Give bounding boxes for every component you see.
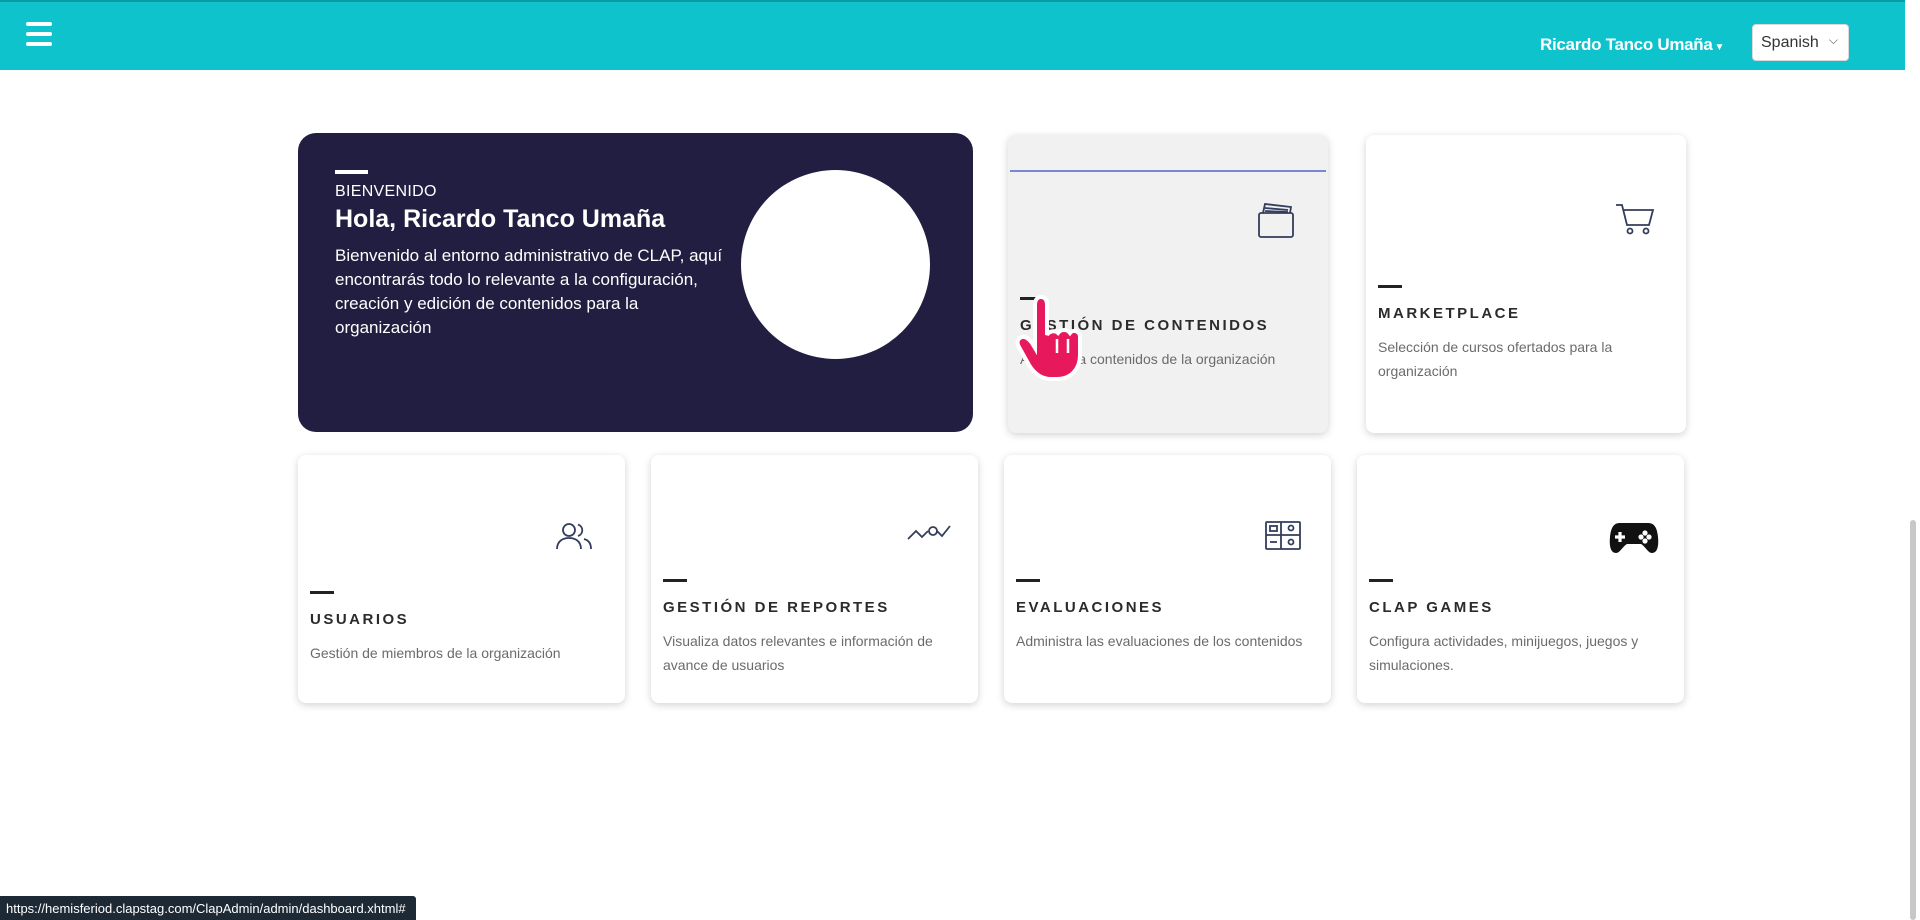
- status-bar-url: https://hemisferiod.clapstag.com/ClapAdm…: [0, 896, 416, 920]
- card-dash: [1020, 297, 1044, 300]
- card-title: USUARIOS: [310, 611, 410, 628]
- card-title: GESTIÓN DE REPORTES: [663, 599, 890, 616]
- card-dash: [663, 579, 687, 582]
- card-accent-line: [1010, 170, 1326, 172]
- welcome-dash: [335, 170, 368, 174]
- card-text: Configura actividades, minijuegos, juego…: [1369, 633, 1639, 673]
- caret-down-icon: ▼: [1714, 42, 1725, 53]
- card-title: GESTIÓN DE CONTENIDOS: [1020, 317, 1270, 334]
- card-title: EVALUACIONES: [1016, 599, 1165, 616]
- users-icon: [553, 517, 597, 561]
- avatar: [741, 170, 930, 359]
- card-gestion-contenidos[interactable]: GESTIÓN DE CONTENIDOS Administra conteni…: [1008, 135, 1328, 433]
- folder-icon: [1254, 199, 1298, 243]
- scrollbar-thumb[interactable]: [1910, 520, 1916, 920]
- user-name: Ricardo Tanco Umaña: [1540, 35, 1713, 54]
- chart-icon: [906, 517, 951, 561]
- card-text: Gestión de miembros de la organización: [310, 645, 561, 661]
- language-select[interactable]: Spanish ⌵: [1752, 24, 1849, 61]
- card-clap-games[interactable]: CLAP GAMES Configura actividades, miniju…: [1357, 455, 1684, 703]
- user-menu[interactable]: Ricardo Tanco Umaña ▼: [1540, 35, 1724, 55]
- card-dash: [1016, 579, 1040, 582]
- card-dash: [1378, 285, 1402, 288]
- card-title: CLAP GAMES: [1369, 599, 1494, 616]
- top-navbar: Ricardo Tanco Umaña ▼ Spanish ⌵: [0, 0, 1905, 70]
- scrollbar[interactable]: [1905, 0, 1920, 920]
- card-gestion-reportes[interactable]: GESTIÓN DE REPORTES Visualiza datos rele…: [651, 455, 978, 703]
- card-marketplace[interactable]: MARKETPLACE Selección de cursos ofertado…: [1366, 135, 1686, 433]
- card-title: MARKETPLACE: [1378, 305, 1521, 322]
- welcome-card: BIENVENIDO Hola, Ricardo Tanco Umaña Bie…: [298, 133, 973, 432]
- gamepad-icon: [1608, 513, 1660, 561]
- hamburger-icon[interactable]: [26, 22, 52, 46]
- welcome-eyebrow: BIENVENIDO: [335, 183, 437, 200]
- welcome-greeting: Hola, Ricardo Tanco Umaña: [335, 205, 666, 233]
- evaluation-icon: [1262, 517, 1306, 561]
- card-evaluaciones[interactable]: EVALUACIONES Administra las evaluaciones…: [1004, 455, 1331, 703]
- card-text: Administra las evaluaciones de los conte…: [1016, 633, 1303, 649]
- card-dash: [310, 591, 334, 594]
- card-dash: [1369, 579, 1393, 582]
- card-text: Visualiza datos relevantes e información…: [663, 633, 933, 673]
- card-text: Selección de cursos ofertados para la or…: [1378, 339, 1613, 379]
- language-value: Spanish: [1761, 34, 1819, 51]
- cart-icon: [1613, 197, 1657, 241]
- card-text: Administra contenidos de la organización: [1020, 351, 1276, 367]
- card-usuarios[interactable]: USUARIOS Gestión de miembros de la organ…: [298, 455, 625, 703]
- chevron-down-icon: ⌵: [1828, 33, 1838, 47]
- welcome-description: Bienvenido al entorno administrativo de …: [335, 246, 723, 337]
